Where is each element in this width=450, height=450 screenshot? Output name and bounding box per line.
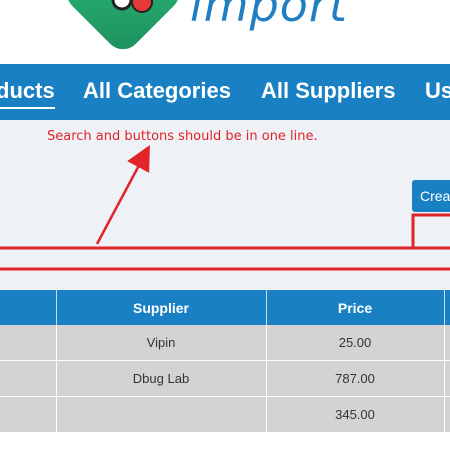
nav-item-all-categories[interactable]: All Categories: [83, 78, 231, 104]
price-cell: 787.00: [266, 360, 445, 397]
price-cell: 25.00: [266, 325, 445, 361]
products-table: Supplier Price Vipin 25.00 Dbug Lab 787.…: [0, 290, 450, 433]
toolbar-area: [0, 120, 450, 290]
nav-item-users[interactable]: Us: [425, 78, 450, 104]
table-row[interactable]: Dbug Lab 787.00: [0, 360, 450, 397]
app-page: import ducts All Categories All Supplier…: [0, 0, 450, 450]
main-navbar: ducts All Categories All Suppliers Us: [0, 64, 450, 120]
column-header-price[interactable]: Price: [266, 290, 445, 325]
table-row[interactable]: 345.00: [0, 396, 450, 433]
column-header-supplier[interactable]: Supplier: [56, 290, 267, 325]
logo-area: import: [0, 0, 450, 64]
nav-item-all-suppliers[interactable]: All Suppliers: [261, 78, 395, 104]
nav-item-products[interactable]: ducts: [0, 78, 55, 109]
logo-text[interactable]: import: [190, 0, 348, 32]
table-row[interactable]: Vipin 25.00: [0, 325, 450, 361]
column-header-extra[interactable]: [444, 290, 450, 325]
table-cell: [0, 360, 57, 397]
table-cell: [444, 360, 450, 397]
create-button[interactable]: Create: [412, 180, 450, 212]
table-cell: [444, 325, 450, 361]
supplier-cell: [56, 396, 267, 433]
column-header-hidden[interactable]: [0, 290, 57, 325]
table-cell: [444, 396, 450, 433]
table-cell: [0, 325, 57, 361]
table-header-row: Supplier Price: [0, 290, 450, 325]
supplier-cell: Dbug Lab: [56, 360, 267, 397]
supplier-cell: Vipin: [56, 325, 267, 361]
annotation-note: Search and buttons should be in one line…: [47, 129, 318, 144]
price-cell: 345.00: [266, 396, 445, 433]
glasses-icon: [111, 0, 153, 13]
table-cell: [0, 396, 57, 433]
